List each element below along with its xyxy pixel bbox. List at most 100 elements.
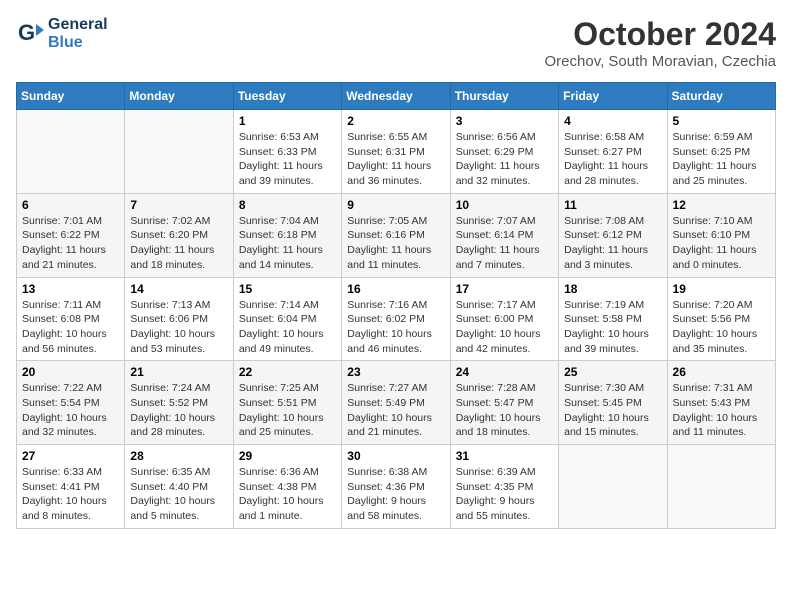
- location: Orechov, South Moravian, Czechia: [545, 53, 777, 70]
- weekday-header-row: SundayMondayTuesdayWednesdayThursdayFrid…: [17, 83, 776, 110]
- logo-line1: General: [48, 16, 108, 34]
- day-number: 9: [347, 198, 444, 212]
- day-number: 10: [456, 198, 553, 212]
- day-number: 30: [347, 449, 444, 463]
- weekday-header-thursday: Thursday: [450, 83, 558, 110]
- calendar-cell: 6 Sunrise: 7:01 AM Sunset: 6:22 PM Daylig…: [17, 193, 125, 277]
- weekday-header-friday: Friday: [559, 83, 667, 110]
- calendar-cell: 27Sunrise: 6:33 AM Sunset: 4:41 PM Dayli…: [17, 445, 125, 529]
- day-number: 17: [456, 282, 553, 296]
- day-number: 5: [673, 114, 770, 128]
- calendar-cell: 28 Sunrise: 6:35 AM Sunset: 4:40 PM Dayli…: [125, 445, 233, 529]
- day-number: 20: [22, 365, 119, 379]
- calendar-cell: 3 Sunrise: 6:56 AM Sunset: 6:29 PM Daylig…: [450, 110, 558, 194]
- calendar-cell: 31 Sunrise: 6:39 AM Sunset: 4:35 PM Dayli…: [450, 445, 558, 529]
- weekday-header-monday: Monday: [125, 83, 233, 110]
- logo: G General Blue: [16, 16, 108, 52]
- calendar-cell: 25 Sunrise: 7:30 AM Sunset: 5:45 PM Dayli…: [559, 361, 667, 445]
- day-info: Sunrise: 7:04 AM Sunset: 6:18 PM Dayligh…: [239, 214, 336, 273]
- day-info: Sunrise: 7:10 AM Sunset: 6:10 PM Dayligh…: [673, 214, 770, 273]
- day-number: 3: [456, 114, 553, 128]
- day-info: Sunrise: 7:07 AM Sunset: 6:14 PM Dayligh…: [456, 214, 553, 273]
- calendar-cell: [17, 110, 125, 194]
- day-number: 27: [22, 449, 119, 463]
- calendar-week-3: 13 Sunrise: 7:11 AM Sunset: 6:08 PM Dayli…: [17, 277, 776, 361]
- calendar-cell: [125, 110, 233, 194]
- day-info: Sunrise: 7:19 AM Sunset: 5:58 PM Dayligh…: [564, 298, 661, 357]
- calendar-week-4: 20 Sunrise: 7:22 AM Sunset: 5:54 PM Dayli…: [17, 361, 776, 445]
- weekday-header-sunday: Sunday: [17, 83, 125, 110]
- calendar-cell: 19Sunrise: 7:20 AM Sunset: 5:56 PM Dayli…: [667, 277, 775, 361]
- calendar-cell: 2Sunrise: 6:55 AM Sunset: 6:31 PM Daylig…: [342, 110, 450, 194]
- calendar-cell: 1 Sunrise: 6:53 AM Sunset: 6:33 PM Daylig…: [233, 110, 341, 194]
- calendar-cell: 17Sunrise: 7:17 AM Sunset: 6:00 PM Dayli…: [450, 277, 558, 361]
- day-info: Sunrise: 7:13 AM Sunset: 6:06 PM Dayligh…: [130, 298, 227, 357]
- calendar-cell: 5 Sunrise: 6:59 AM Sunset: 6:25 PM Daylig…: [667, 110, 775, 194]
- calendar-week-1: 1 Sunrise: 6:53 AM Sunset: 6:33 PM Daylig…: [17, 110, 776, 194]
- day-info: Sunrise: 7:08 AM Sunset: 6:12 PM Dayligh…: [564, 214, 661, 273]
- calendar-cell: 22 Sunrise: 7:25 AM Sunset: 5:51 PM Dayli…: [233, 361, 341, 445]
- day-number: 23: [347, 365, 444, 379]
- month-title: October 2024: [545, 16, 777, 53]
- day-info: Sunrise: 7:30 AM Sunset: 5:45 PM Dayligh…: [564, 381, 661, 440]
- day-info: Sunrise: 7:02 AM Sunset: 6:20 PM Dayligh…: [130, 214, 227, 273]
- day-info: Sunrise: 6:55 AM Sunset: 6:31 PM Dayligh…: [347, 130, 444, 189]
- day-number: 4: [564, 114, 661, 128]
- calendar-cell: 8 Sunrise: 7:04 AM Sunset: 6:18 PM Daylig…: [233, 193, 341, 277]
- logo-line2: Blue: [48, 34, 108, 52]
- weekday-header-tuesday: Tuesday: [233, 83, 341, 110]
- calendar-cell: 30 Sunrise: 6:38 AM Sunset: 4:36 PM Dayli…: [342, 445, 450, 529]
- day-number: 29: [239, 449, 336, 463]
- svg-text:G: G: [18, 20, 35, 45]
- calendar-cell: 13 Sunrise: 7:11 AM Sunset: 6:08 PM Dayli…: [17, 277, 125, 361]
- day-number: 6: [22, 198, 119, 212]
- day-number: 25: [564, 365, 661, 379]
- day-info: Sunrise: 7:01 AM Sunset: 6:22 PM Dayligh…: [22, 214, 119, 273]
- calendar-cell: 21Sunrise: 7:24 AM Sunset: 5:52 PM Dayli…: [125, 361, 233, 445]
- day-info: Sunrise: 7:20 AM Sunset: 5:56 PM Dayligh…: [673, 298, 770, 357]
- day-number: 22: [239, 365, 336, 379]
- day-number: 21: [130, 365, 227, 379]
- day-info: Sunrise: 7:31 AM Sunset: 5:43 PM Dayligh…: [673, 381, 770, 440]
- day-number: 8: [239, 198, 336, 212]
- day-info: Sunrise: 6:35 AM Sunset: 4:40 PM Dayligh…: [130, 465, 227, 524]
- calendar-cell: 10 Sunrise: 7:07 AM Sunset: 6:14 PM Dayli…: [450, 193, 558, 277]
- calendar-cell: 14Sunrise: 7:13 AM Sunset: 6:06 PM Dayli…: [125, 277, 233, 361]
- calendar-cell: 23Sunrise: 7:27 AM Sunset: 5:49 PM Dayli…: [342, 361, 450, 445]
- calendar-cell: 29 Sunrise: 6:36 AM Sunset: 4:38 PM Dayli…: [233, 445, 341, 529]
- day-number: 31: [456, 449, 553, 463]
- page-header: G General Blue October 2024 Orechov, Sou…: [16, 16, 776, 70]
- day-info: Sunrise: 6:38 AM Sunset: 4:36 PM Dayligh…: [347, 465, 444, 524]
- day-info: Sunrise: 7:28 AM Sunset: 5:47 PM Dayligh…: [456, 381, 553, 440]
- calendar-cell: [559, 445, 667, 529]
- calendar-cell: 16 Sunrise: 7:16 AM Sunset: 6:02 PM Dayli…: [342, 277, 450, 361]
- calendar: SundayMondayTuesdayWednesdayThursdayFrid…: [16, 82, 776, 529]
- calendar-cell: 4Sunrise: 6:58 AM Sunset: 6:27 PM Daylig…: [559, 110, 667, 194]
- day-number: 1: [239, 114, 336, 128]
- day-info: Sunrise: 7:14 AM Sunset: 6:04 PM Dayligh…: [239, 298, 336, 357]
- calendar-cell: 12 Sunrise: 7:10 AM Sunset: 6:10 PM Dayli…: [667, 193, 775, 277]
- calendar-cell: 20 Sunrise: 7:22 AM Sunset: 5:54 PM Dayli…: [17, 361, 125, 445]
- day-info: Sunrise: 7:11 AM Sunset: 6:08 PM Dayligh…: [22, 298, 119, 357]
- day-info: Sunrise: 6:36 AM Sunset: 4:38 PM Dayligh…: [239, 465, 336, 524]
- calendar-week-5: 27Sunrise: 6:33 AM Sunset: 4:41 PM Dayli…: [17, 445, 776, 529]
- calendar-cell: [667, 445, 775, 529]
- day-number: 12: [673, 198, 770, 212]
- weekday-header-saturday: Saturday: [667, 83, 775, 110]
- day-number: 18: [564, 282, 661, 296]
- day-number: 11: [564, 198, 661, 212]
- day-number: 24: [456, 365, 553, 379]
- day-number: 13: [22, 282, 119, 296]
- day-info: Sunrise: 7:25 AM Sunset: 5:51 PM Dayligh…: [239, 381, 336, 440]
- day-info: Sunrise: 6:39 AM Sunset: 4:35 PM Dayligh…: [456, 465, 553, 524]
- day-number: 16: [347, 282, 444, 296]
- day-info: Sunrise: 6:56 AM Sunset: 6:29 PM Dayligh…: [456, 130, 553, 189]
- day-info: Sunrise: 7:16 AM Sunset: 6:02 PM Dayligh…: [347, 298, 444, 357]
- day-info: Sunrise: 6:53 AM Sunset: 6:33 PM Dayligh…: [239, 130, 336, 189]
- day-info: Sunrise: 7:22 AM Sunset: 5:54 PM Dayligh…: [22, 381, 119, 440]
- calendar-cell: 18 Sunrise: 7:19 AM Sunset: 5:58 PM Dayli…: [559, 277, 667, 361]
- calendar-cell: 7Sunrise: 7:02 AM Sunset: 6:20 PM Daylig…: [125, 193, 233, 277]
- day-info: Sunrise: 6:59 AM Sunset: 6:25 PM Dayligh…: [673, 130, 770, 189]
- day-number: 28: [130, 449, 227, 463]
- calendar-cell: 26Sunrise: 7:31 AM Sunset: 5:43 PM Dayli…: [667, 361, 775, 445]
